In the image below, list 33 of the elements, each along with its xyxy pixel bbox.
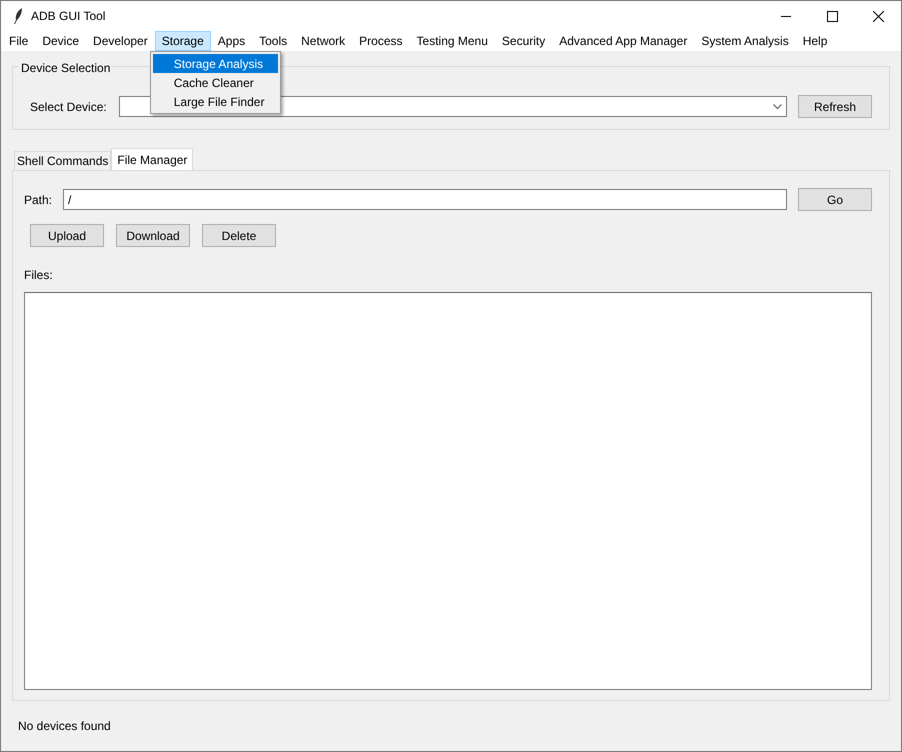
- menu-item[interactable]: Network: [294, 31, 352, 51]
- path-label: Path:: [24, 192, 52, 208]
- menu-option[interactable]: Cache Cleaner: [152, 73, 278, 92]
- menu-item[interactable]: Security: [494, 31, 552, 51]
- menu-item[interactable]: System Analysis: [694, 31, 796, 51]
- menu-option[interactable]: Storage Analysis: [152, 54, 278, 73]
- menu-item[interactable]: Process: [352, 31, 410, 51]
- files-label: Files:: [24, 267, 53, 284]
- menu-item[interactable]: Help: [796, 31, 834, 51]
- chevron-icon[interactable]: [773, 104, 782, 110]
- menu-option[interactable]: Large File Finder: [152, 92, 278, 111]
- menu-item[interactable]: Apps: [210, 31, 252, 51]
- refresh-button[interactable]: Refresh: [798, 95, 872, 118]
- tab[interactable]: Shell Commands: [14, 151, 112, 170]
- window-title: ADB GUI Tool: [31, 8, 106, 25]
- menu-item[interactable]: Tools: [252, 31, 294, 51]
- menu-item[interactable]: Testing Menu: [410, 31, 495, 51]
- status-text: No devices found: [18, 718, 111, 735]
- feather-icon: [13, 8, 23, 24]
- menu-item[interactable]: Advanced App Manager: [552, 31, 694, 51]
- path-field[interactable]: /: [63, 189, 787, 210]
- action-button[interactable]: Upload: [30, 224, 104, 247]
- select-device-label: Select Device:: [30, 98, 107, 116]
- action-button[interactable]: Download: [116, 224, 190, 247]
- menu-item[interactable]: Device: [35, 31, 86, 51]
- maximize-icon[interactable]: [826, 10, 838, 22]
- menu-item[interactable]: File: [2, 31, 36, 51]
- menu-item[interactable]: Storage: [154, 31, 211, 51]
- go-button[interactable]: Go: [798, 188, 872, 211]
- close-icon[interactable]: [872, 10, 884, 22]
- tab[interactable]: File Manager: [111, 148, 194, 170]
- menu-item[interactable]: Developer: [86, 31, 155, 51]
- action-button[interactable]: Delete: [202, 224, 276, 247]
